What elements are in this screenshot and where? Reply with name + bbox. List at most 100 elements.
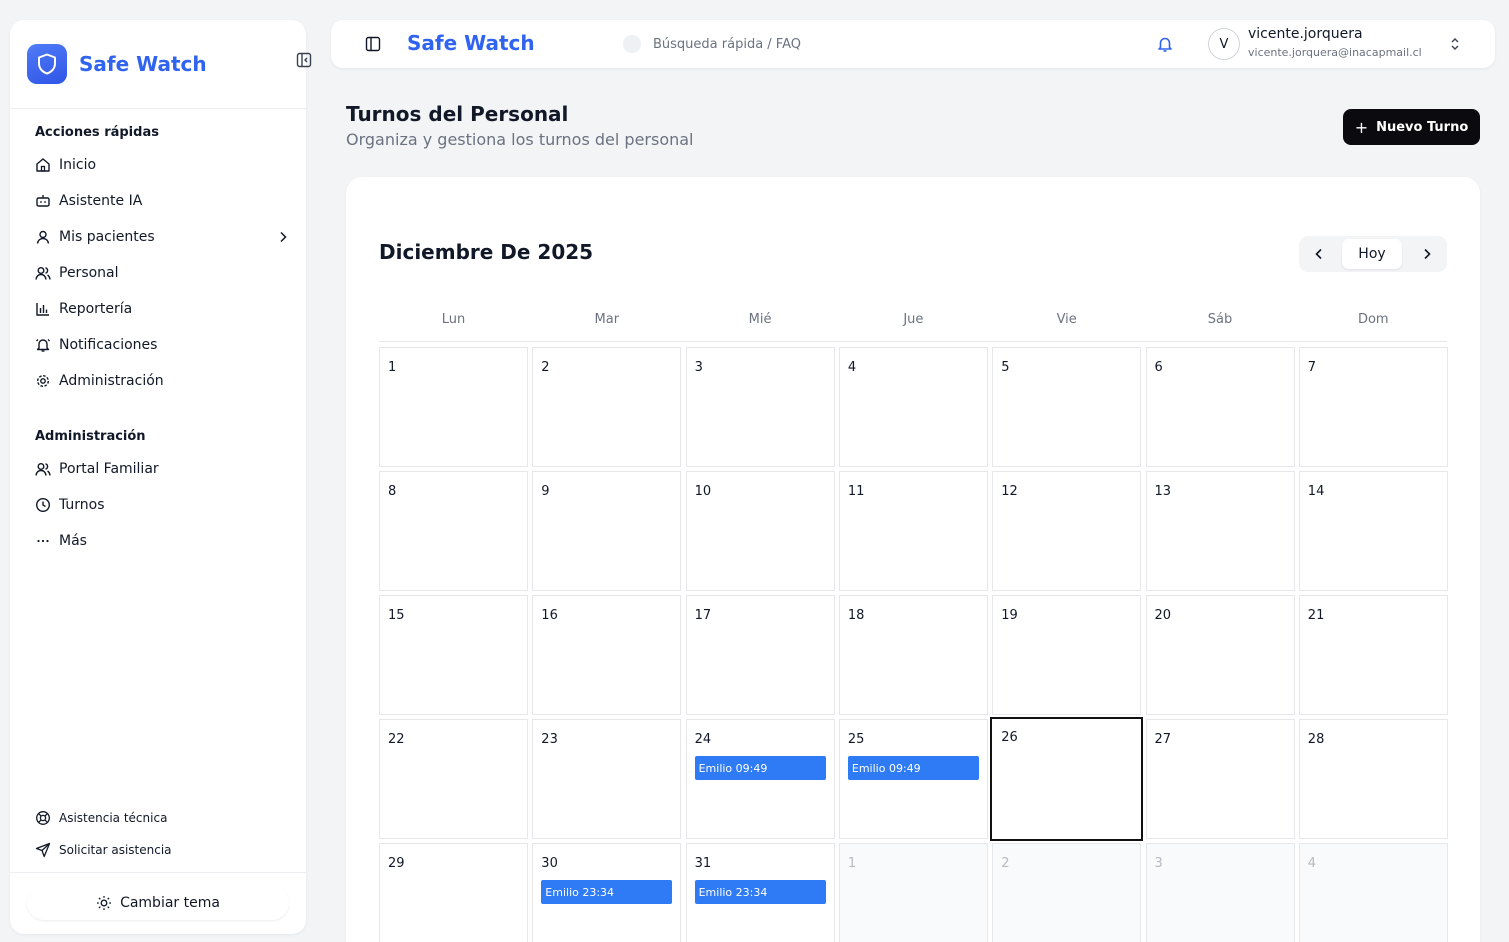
weekday-divider bbox=[379, 341, 1447, 342]
chevron-right-icon[interactable] bbox=[1419, 246, 1435, 262]
calendar-day[interactable]: 25 Emilio 09:49 bbox=[838, 719, 988, 839]
weekday-label: Dom bbox=[1357, 312, 1389, 327]
calendar-day[interactable]: 14 bbox=[1298, 471, 1448, 591]
calendar-day[interactable]: 22 bbox=[379, 719, 528, 839]
sidebar-item-personal[interactable]: Personal bbox=[35, 259, 291, 287]
day-number: 30 bbox=[541, 856, 558, 871]
shift-event[interactable]: Emilio 09:49 bbox=[847, 756, 979, 780]
sidebar-item-inicio[interactable]: Inicio bbox=[35, 151, 291, 179]
notifications-bell-icon[interactable] bbox=[1153, 32, 1177, 56]
calendar-day[interactable]: 29 bbox=[379, 843, 528, 942]
sidebar-divider bbox=[10, 872, 306, 873]
sidebar-item-label: Reportería bbox=[59, 301, 133, 317]
calendar-day[interactable]: 3 bbox=[685, 347, 835, 467]
sidebar-item-administracion[interactable]: Administración bbox=[35, 367, 291, 395]
weekday-label: Lun bbox=[441, 312, 466, 327]
shift-event[interactable]: Emilio 23:34 bbox=[694, 880, 826, 904]
calendar-day[interactable]: 7 bbox=[1298, 347, 1448, 467]
page-subtitle: Organiza y gestiona los turnos del perso… bbox=[346, 130, 694, 149]
calendar-nav: Hoy bbox=[1299, 236, 1447, 272]
day-number: 27 bbox=[1154, 732, 1172, 747]
quick-search-input[interactable]: Búsqueda rápida / FAQ bbox=[623, 34, 801, 54]
calendar-day[interactable]: 17 bbox=[685, 595, 835, 715]
calendar-day[interactable]: 6 bbox=[1145, 347, 1295, 467]
calendar-day[interactable]: 4 bbox=[838, 347, 988, 467]
sidebar-item-label: Solicitar asistencia bbox=[59, 843, 172, 857]
calendar-day[interactable]: 3 bbox=[1145, 843, 1295, 942]
shift-event[interactable]: Emilio 23:34 bbox=[541, 880, 673, 904]
header-brand[interactable]: Safe Watch bbox=[407, 31, 535, 55]
sidebar-item-asistente-ia[interactable]: Asistente IA bbox=[35, 187, 291, 215]
calendar-day[interactable]: 4 bbox=[1298, 843, 1448, 942]
sidebar-item-turnos[interactable]: Turnos bbox=[35, 491, 291, 519]
calendar-day[interactable]: 8 bbox=[379, 471, 528, 591]
today-button[interactable]: Hoy bbox=[1342, 239, 1402, 269]
calendar-card: Diciembre De 2025 Hoy Lun Mar Mié Jue Vie Sáb… bbox=[346, 177, 1480, 942]
users-icon bbox=[35, 461, 51, 477]
theme-toggle-button[interactable]: Cambiar tema bbox=[27, 886, 289, 920]
day-number: 5 bbox=[1001, 360, 1010, 375]
sidebar-item-mis-pacientes[interactable]: Mis pacientes bbox=[35, 223, 291, 251]
calendar-day[interactable]: 31 Emilio 23:34 bbox=[685, 843, 835, 942]
day-number: 4 bbox=[847, 360, 857, 375]
calendar-day-today[interactable]: 26 bbox=[990, 717, 1144, 841]
calendar-day[interactable]: 9 bbox=[532, 471, 682, 591]
brand[interactable]: Safe Watch bbox=[27, 44, 207, 84]
calendar-day[interactable]: 2 bbox=[532, 347, 682, 467]
calendar-day[interactable]: 16 bbox=[532, 595, 682, 715]
shift-event[interactable]: Emilio 09:49 bbox=[694, 756, 826, 780]
day-number: 3 bbox=[1154, 856, 1163, 871]
day-number: 29 bbox=[388, 856, 405, 871]
quick-search-label: Búsqueda rápida / FAQ bbox=[653, 36, 801, 52]
calendar-day[interactable]: 20 bbox=[1145, 595, 1295, 715]
new-shift-button[interactable]: + Nuevo Turno bbox=[1343, 109, 1480, 145]
calendar-day[interactable]: 19 bbox=[992, 595, 1142, 715]
chevron-left-icon[interactable] bbox=[1311, 246, 1327, 262]
day-number: 25 bbox=[847, 732, 865, 747]
calendar-day[interactable]: 1 bbox=[838, 843, 988, 942]
sidebar-item-notificaciones[interactable]: Notificaciones bbox=[35, 331, 291, 359]
calendar-day[interactable]: 18 bbox=[838, 595, 988, 715]
chevron-up-down-icon[interactable] bbox=[1447, 36, 1463, 52]
calendar-day[interactable]: 23 bbox=[532, 719, 682, 839]
calendar-day[interactable]: 30 Emilio 23:34 bbox=[532, 843, 682, 942]
lifebuoy-icon bbox=[35, 810, 51, 826]
calendar-day[interactable]: 12 bbox=[992, 471, 1142, 591]
day-number: 9 bbox=[541, 484, 550, 499]
calendar-day[interactable]: 11 bbox=[838, 471, 988, 591]
day-number: 26 bbox=[1001, 730, 1018, 745]
chevron-right-icon bbox=[275, 229, 291, 245]
weekday-label: Vie bbox=[1056, 312, 1077, 327]
sidebar-item-label: Más bbox=[59, 533, 87, 549]
calendar-day[interactable]: 15 bbox=[379, 595, 528, 715]
calendar-day[interactable]: 2 bbox=[992, 843, 1142, 942]
shield-logo-icon bbox=[27, 44, 67, 84]
sidebar-item-solicitar-asistencia[interactable]: Solicitar asistencia bbox=[35, 836, 291, 864]
group-label-administracion: Administración bbox=[35, 429, 146, 444]
bot-icon bbox=[35, 193, 51, 209]
calendar-day[interactable]: 21 bbox=[1298, 595, 1448, 715]
user-name: vicente.jorquera bbox=[1248, 26, 1363, 42]
day-number: 11 bbox=[847, 484, 865, 499]
group-label-quick: Acciones rápidas bbox=[35, 125, 159, 140]
sidebar-item-portal-familiar[interactable]: Portal Familiar bbox=[35, 455, 291, 483]
calendar-day[interactable]: 27 bbox=[1145, 719, 1295, 839]
sidebar-item-mas[interactable]: Más bbox=[35, 527, 291, 555]
sidebar-item-asistencia-tecnica[interactable]: Asistencia técnica bbox=[35, 804, 291, 832]
calendar-day[interactable]: 13 bbox=[1145, 471, 1295, 591]
calendar-day[interactable]: 28 bbox=[1298, 719, 1448, 839]
day-number: 18 bbox=[847, 608, 865, 623]
bell-ring-icon bbox=[35, 337, 51, 353]
calendar-day[interactable]: 1 bbox=[379, 347, 528, 467]
top-header: Safe Watch Búsqueda rápida / FAQ V vicen… bbox=[331, 20, 1495, 68]
sidebar-item-label: Mis pacientes bbox=[59, 229, 155, 245]
day-number: 2 bbox=[1001, 856, 1010, 871]
sidebar-toggle-icon[interactable] bbox=[365, 36, 381, 52]
avatar[interactable]: V bbox=[1208, 28, 1240, 60]
calendar-day[interactable]: 5 bbox=[992, 347, 1142, 467]
sidebar-collapse-icon[interactable] bbox=[296, 52, 312, 68]
sidebar-item-reporteria[interactable]: Reportería bbox=[35, 295, 291, 323]
sidebar-item-label: Administración bbox=[59, 373, 164, 389]
calendar-day[interactable]: 10 bbox=[685, 471, 835, 591]
calendar-day[interactable]: 24 Emilio 09:49 bbox=[685, 719, 835, 839]
